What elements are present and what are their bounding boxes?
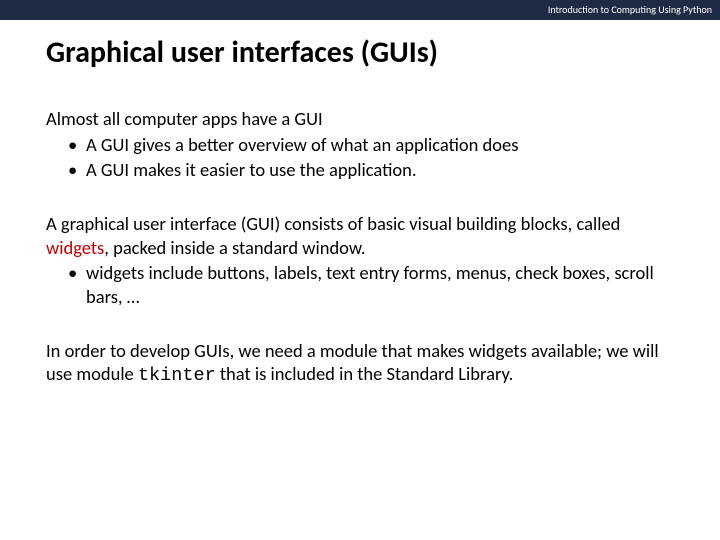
- slide: Introduction to Computing Using Python G…: [0, 0, 720, 540]
- header-bar: Introduction to Computing Using Python: [0, 0, 720, 20]
- paragraph-1: Almost all computer apps have a GUI A GU…: [46, 107, 674, 182]
- slide-body: Almost all computer apps have a GUI A GU…: [0, 71, 720, 388]
- p2-text: A graphical user interface (GUI) consist…: [46, 212, 674, 259]
- p2-pre: A graphical user interface (GUI) consist…: [46, 212, 620, 235]
- paragraph-2: A graphical user interface (GUI) consist…: [46, 212, 674, 309]
- p1-bullet-1: A GUI gives a better overview of what an…: [86, 133, 674, 157]
- p3-mono: tkinter: [138, 365, 216, 386]
- p1-bullets: A GUI gives a better overview of what an…: [46, 133, 674, 182]
- slide-title: Graphical user interfaces (GUIs): [0, 20, 720, 71]
- header-text: Introduction to Computing Using Python: [548, 3, 712, 16]
- paragraph-3: In order to develop GUIs, we need a modu…: [46, 339, 674, 388]
- p2-bullets: widgets include buttons, labels, text en…: [46, 261, 674, 308]
- p2-bullet-1: widgets include buttons, labels, text en…: [86, 261, 674, 308]
- p2-accent: widgets: [46, 236, 104, 259]
- p2-post: , packed inside a standard window.: [104, 236, 365, 259]
- p1-bullet-2: A GUI makes it easier to use the applica…: [86, 158, 674, 182]
- p1-lead: Almost all computer apps have a GUI: [46, 107, 674, 131]
- p3-post: that is included in the Standard Library…: [216, 362, 514, 385]
